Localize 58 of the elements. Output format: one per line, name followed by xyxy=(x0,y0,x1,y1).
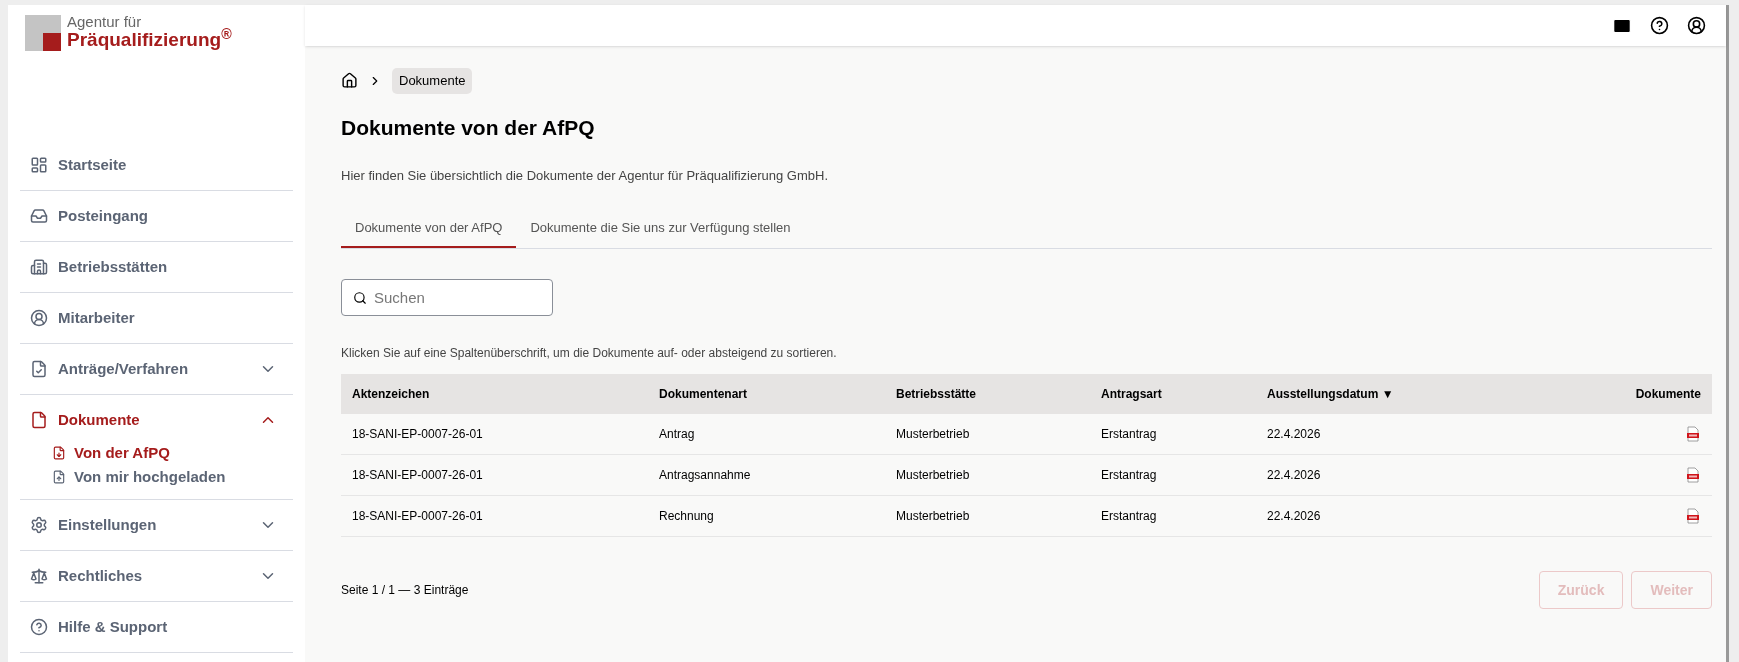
table-cell: 22.4.2026 xyxy=(1256,495,1544,537)
table-cell: Rechnung xyxy=(648,495,885,537)
table-cell: Musterbetrieb xyxy=(885,495,1090,537)
pdf-icon[interactable] xyxy=(1685,425,1701,442)
table-cell: Musterbetrieb xyxy=(885,413,1090,455)
settings-icon xyxy=(30,516,48,534)
pdf-icon[interactable] xyxy=(1685,508,1701,524)
table-cell: 22.4.2026 xyxy=(1256,454,1544,496)
sidebar-item[interactable]: Posteingang xyxy=(20,191,293,241)
sidebar-item[interactable]: Startseite xyxy=(20,140,293,190)
table-cell: Antrag xyxy=(648,413,885,455)
inbox-icon xyxy=(30,207,48,225)
table-cell: 18-SANI-EP-0007-26-01 xyxy=(341,413,648,455)
tab[interactable]: Dokumente von der AfPQ xyxy=(341,209,517,248)
document-icon xyxy=(30,411,48,429)
table-cell: Erstantrag xyxy=(1090,454,1256,496)
table-cell: Erstantrag xyxy=(1090,413,1256,455)
column-header[interactable]: Antragsart xyxy=(1090,373,1256,414)
column-header[interactable]: Dokumentenart xyxy=(648,373,885,414)
table-cell: Antragsannahme xyxy=(648,454,885,496)
column-header[interactable]: Aktenzeichen xyxy=(341,373,648,414)
account-icon[interactable] xyxy=(1687,16,1706,35)
sidebar-item[interactable]: Einstellungen xyxy=(20,500,293,550)
column-header[interactable]: Dokumente xyxy=(1543,373,1712,414)
scale-icon xyxy=(30,567,48,585)
logo-text: Agentur für xyxy=(67,13,143,31)
pdf-icon[interactable] xyxy=(1685,467,1701,483)
table-cell: 18-SANI-EP-0007-26-01 xyxy=(341,454,648,496)
table-cell: 22.4.2026 xyxy=(1256,413,1544,455)
home-icon[interactable] xyxy=(341,72,358,90)
sidebar-item[interactable]: Mitarbeiter xyxy=(20,293,293,343)
table-cell: Erstantrag xyxy=(1090,495,1256,537)
search-icon xyxy=(353,290,367,305)
tab[interactable]: Dokumente die Sie uns zur Verfügung stellen xyxy=(516,209,805,248)
user-icon xyxy=(30,309,48,327)
help-icon xyxy=(30,618,48,636)
sort-hint: Klicken Sie auf eine Spaltenüberschrift, um die Dokumente auf- oder absteigend zu sortieren. xyxy=(341,344,838,362)
search-field[interactable]: Suchen xyxy=(341,278,553,316)
column-header[interactable]: Ausstellungsdatum ▼ xyxy=(1256,373,1544,414)
table-cell: Musterbetrieb xyxy=(885,454,1090,496)
file-upload-icon xyxy=(52,470,66,484)
sidebar-item[interactable]: Betriebsstätten xyxy=(20,242,293,292)
help-icon[interactable] xyxy=(1650,16,1669,35)
dashboard-icon xyxy=(30,156,48,174)
sidebar-item[interactable]: Hilfe & Support xyxy=(20,602,293,652)
logo-icon xyxy=(25,15,61,51)
file-check-icon xyxy=(30,360,48,378)
building-icon xyxy=(30,258,48,276)
sidebar-item[interactable]: Anträge/Verfahren xyxy=(20,344,293,394)
document-icon xyxy=(52,446,66,460)
page-description: Hier finden Sie übersichtlich die Dokumente der Agentur für Präqualifizierung GmbH. xyxy=(341,167,830,185)
table-cell: 18-SANI-EP-0007-26-01 xyxy=(341,495,648,537)
sidebar-item[interactable]: Rechtliches xyxy=(20,551,293,601)
pagination-summary: Seite 1 / 1 — 3 Einträge xyxy=(341,582,469,599)
column-header[interactable]: Betriebsstätte xyxy=(885,373,1090,414)
page-title: Dokumente von der AfPQ xyxy=(341,114,596,141)
breadcrumb-link[interactable]: Dokumente xyxy=(392,68,473,94)
sidebar-subitem[interactable]: Von mir hochgeladen xyxy=(20,465,293,489)
